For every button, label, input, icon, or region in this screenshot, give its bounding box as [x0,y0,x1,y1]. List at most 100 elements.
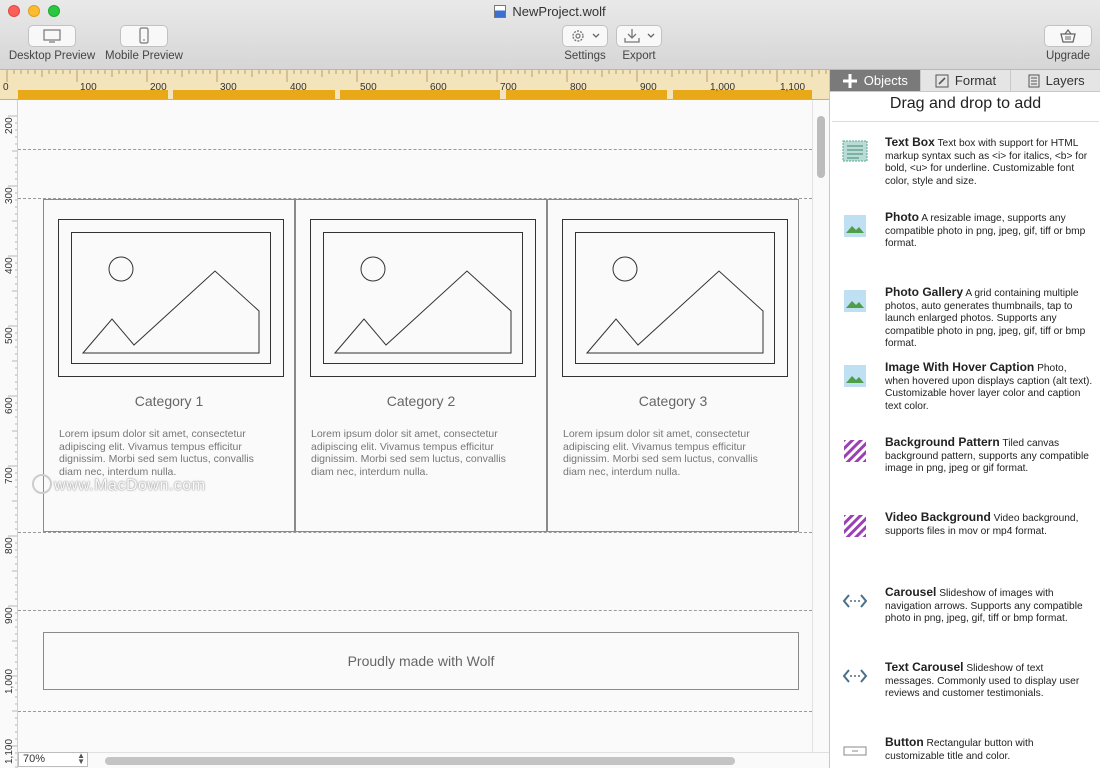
ruler-label: 300 [4,187,15,204]
horizontal-ruler: 0 100 200 300 400 500 600 700 800 900 1,000 1,100 [0,70,829,100]
ruler-label: 0 [3,82,9,93]
layers-icon [1028,74,1040,87]
object-description: Carousel Slideshow of images with naviga… [885,586,1093,626]
text-carousel-icon [842,669,868,683]
ruler-label: 900 [640,82,657,93]
ruler-label: 1,000 [710,82,735,93]
horizontal-scroll-thumb[interactable] [105,757,735,765]
ruler-label: 500 [360,82,377,93]
category-body-text[interactable]: Lorem ipsum dolor sit amet, consectetur … [563,428,783,478]
object-description: Background Pattern Tiled canvas backgrou… [885,436,1093,476]
design-canvas[interactable]: Category 1 Lorem ipsum dolor sit amet, c… [18,100,812,752]
settings-label: Settings [564,50,606,62]
settings-button[interactable] [562,25,608,47]
object-name: Image With Hover Caption [885,360,1035,374]
ruler-label: 600 [4,397,15,414]
object-name: Button [885,735,924,749]
header-section-bar [173,90,335,99]
ruler-label: 800 [4,537,15,554]
object-name: Photo Gallery [885,285,964,299]
chevron-down-icon [647,33,655,38]
gear-icon [572,30,584,42]
category-column-3[interactable]: Category 3 Lorem ipsum dolor sit amet, c… [547,199,799,532]
ruler-label: 200 [4,117,15,134]
horizontal-scrollbar[interactable] [18,752,829,768]
ruler-label: 700 [4,467,15,484]
tab-objects-label: Objects [863,73,908,88]
mobile-preview-label: Mobile Preview [105,50,183,62]
document-icon [494,5,507,18]
horizontal-ruler-ticks: 0 100 200 300 400 500 600 700 800 900 1,000 1,100 [3,70,827,99]
desktop-preview-button[interactable] [28,25,76,47]
object-description: Photo A resizable image, supports any co… [885,211,1093,251]
object-description: Text Box Text box with support for HTML … [885,136,1093,188]
category-body-text[interactable]: Lorem ipsum dolor sit amet, consectetur … [59,428,279,478]
ruler-label: 800 [570,82,587,93]
divider [832,121,1099,122]
object-description: Video Background Video background, suppo… [885,511,1093,538]
image-placeholder[interactable] [310,219,536,377]
hover-caption-icon [844,365,866,387]
section-divider [18,610,812,611]
tab-format-label: Format [954,73,997,88]
tab-layers[interactable]: Layers [1011,70,1100,91]
ruler-label: 100 [80,82,97,93]
image-inner-frame [323,232,523,364]
plus-icon [842,73,857,88]
image-placeholder[interactable] [562,219,788,377]
ruler-label: 200 [150,82,167,93]
upgrade-button[interactable] [1044,25,1092,47]
object-name: Carousel [885,585,937,599]
object-description: Button Rectangular button with customiza… [885,736,1093,763]
landscape-image-icon [585,256,764,354]
category-title[interactable]: Category 1 [44,393,294,409]
object-description: Text Carousel Slideshow of text messages… [885,661,1093,701]
section-divider [18,149,812,150]
pencil-icon [935,74,949,87]
category-column-2[interactable]: Category 2 Lorem ipsum dolor sit amet, c… [295,199,547,532]
tab-format[interactable]: Format [921,70,1012,91]
vertical-scrollbar[interactable] [812,100,829,752]
basket-icon [1060,29,1076,43]
text-box-icon [842,140,868,162]
mobile-icon [139,27,149,44]
image-placeholder[interactable] [58,219,284,377]
vertical-ruler-ticks: 200 300 400 500 600 700 800 900 1,000 1,100 [4,115,17,768]
object-description: Image With Hover Caption Photo, when hov… [885,361,1093,413]
object-name: Text Box [885,135,935,149]
landscape-image-icon [333,256,512,354]
window-title: NewProject.wolf [0,4,1100,19]
tab-objects[interactable]: Objects [830,70,921,91]
zoom-value: 70% [23,753,46,765]
image-inner-frame [71,232,271,364]
ruler-label: 300 [220,82,237,93]
object-description: Photo Gallery A grid containing multiple… [885,286,1093,351]
section-divider [18,711,812,712]
object-name: Background Pattern [885,435,1000,449]
vertical-ruler: 200 300 400 500 600 700 800 900 1,000 1,100 [0,100,18,768]
ruler-label: 600 [430,82,447,93]
footer-text-box[interactable]: Proudly made with Wolf [43,632,799,690]
window-title-text: NewProject.wolf [512,4,606,19]
objects-panel: Objects Format Layers Drag and drop to a… [829,70,1100,768]
zoom-select[interactable]: 70% ▲ ▼ [18,752,88,767]
vertical-scroll-thumb[interactable] [817,116,825,178]
tab-layers-label: Layers [1045,73,1085,88]
category-body-text[interactable]: Lorem ipsum dolor sit amet, consectetur … [311,428,531,478]
desktop-preview-label: Desktop Preview [8,50,96,62]
object-name: Video Background [885,510,991,524]
desktop-icon [43,29,61,43]
ruler-label: 1,100 [780,82,805,93]
export-button[interactable] [616,25,662,47]
mobile-preview-button[interactable] [120,25,168,47]
category-title[interactable]: Category 3 [548,393,798,409]
ruler-label: 500 [4,327,15,344]
watermark-text: www.MacDown.com [54,477,206,494]
chevron-down-icon [592,33,600,38]
panel-tabs: Objects Format Layers [830,70,1100,92]
upgrade-label: Upgrade [1045,50,1091,62]
object-name: Photo [885,210,919,224]
category-title[interactable]: Category 2 [296,393,546,409]
zoom-stepper-icon[interactable]: ▲ ▼ [77,752,85,766]
ruler-label: 900 [4,607,15,624]
